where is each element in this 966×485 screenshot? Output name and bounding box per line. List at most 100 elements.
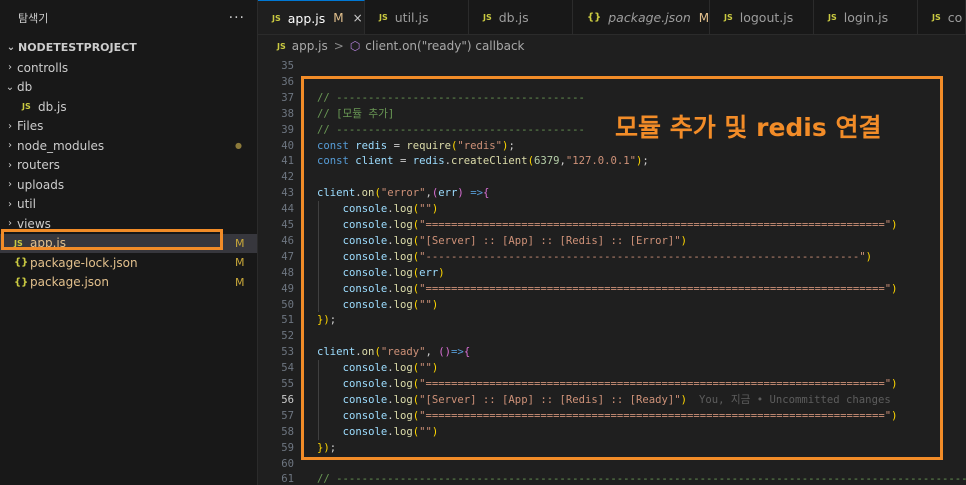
file-tree: › controlls ⌄ db JS db.js › Files › node_modules ●… bbox=[0, 58, 257, 292]
tab-util-js[interactable]: JS util.js bbox=[365, 0, 469, 34]
tab-label: co bbox=[947, 10, 963, 25]
tree-item-label: app.js bbox=[30, 236, 66, 251]
tree-item-uploads[interactable]: › uploads bbox=[0, 175, 257, 195]
code-text: // -------------------------------------… bbox=[317, 123, 585, 136]
line-number: 49 bbox=[281, 282, 294, 295]
js-file-icon: JS bbox=[828, 13, 837, 22]
tree-item-package-lock-json[interactable]: {} package-lock.json M bbox=[0, 253, 257, 273]
tree-item-label: package.json bbox=[30, 275, 110, 290]
code-line[interactable]: 54 console.log("") bbox=[258, 360, 966, 376]
line-number: 35 bbox=[281, 60, 294, 72]
code-line[interactable]: 46 console.log("[Server] :: [App] :: [Re… bbox=[258, 233, 966, 249]
code-text: console.log("") bbox=[342, 203, 439, 216]
tree-item-util[interactable]: › util bbox=[0, 195, 257, 215]
indent-guide bbox=[318, 360, 319, 440]
code-line[interactable]: 49 console.log("========================… bbox=[258, 281, 966, 297]
modified-badge: M bbox=[235, 256, 245, 270]
code-line[interactable]: 50 console.log("") bbox=[258, 297, 966, 313]
line-number: 50 bbox=[281, 298, 294, 311]
line-number: 41 bbox=[281, 155, 294, 168]
js-file-icon: JS bbox=[22, 102, 31, 112]
breadcrumb-file[interactable]: app.js bbox=[292, 39, 328, 53]
chevron-right-icon[interactable]: › bbox=[3, 140, 17, 151]
code-line[interactable]: 61 // -----------------------------------… bbox=[258, 471, 966, 485]
tree-item-routers[interactable]: › routers bbox=[0, 156, 257, 176]
tab-label: db.js bbox=[498, 10, 529, 25]
js-file-icon: JS bbox=[379, 13, 388, 22]
code-line[interactable]: 37 // -----------------------------------… bbox=[258, 90, 966, 106]
tree-item-label: util bbox=[17, 197, 36, 212]
json-file-icon: {} bbox=[587, 12, 602, 23]
code-line[interactable]: 36 bbox=[258, 74, 966, 90]
project-root[interactable]: ⌄ NODETESTPROJECT bbox=[0, 36, 257, 58]
code-line[interactable]: 35 bbox=[258, 58, 966, 74]
close-icon[interactable]: × bbox=[353, 11, 363, 25]
code-text: // [모듈 추가] bbox=[317, 107, 395, 120]
modified-badge: M bbox=[698, 10, 710, 25]
tree-item-db[interactable]: ⌄ db bbox=[0, 78, 257, 98]
chevron-right-icon[interactable]: › bbox=[3, 218, 17, 229]
tree-item-node-modules[interactable]: › node_modules ● bbox=[0, 136, 257, 156]
line-number: 55 bbox=[281, 378, 294, 390]
code-text: console.log("===========================… bbox=[342, 378, 898, 390]
tab-package-json[interactable]: {} package.json M bbox=[573, 0, 710, 34]
code-line[interactable]: 45 console.log("========================… bbox=[258, 217, 966, 233]
line-number: 43 bbox=[281, 187, 294, 200]
more-actions-icon[interactable]: ··· bbox=[229, 10, 245, 26]
tab-label: login.js bbox=[843, 10, 889, 25]
tree-item-label: routers bbox=[17, 158, 60, 173]
chevron-down-icon[interactable]: ⌄ bbox=[4, 42, 18, 53]
line-number: 47 bbox=[281, 250, 294, 263]
chevron-right-icon[interactable]: › bbox=[3, 199, 17, 210]
tree-item-label: uploads bbox=[17, 177, 65, 192]
chevron-right-icon[interactable]: › bbox=[3, 160, 17, 171]
code-text: const client = redis.createClient(6379,"… bbox=[317, 155, 649, 168]
tree-item-label: db bbox=[17, 80, 33, 95]
line-number: 36 bbox=[281, 75, 294, 88]
tab-login-js[interactable]: JS login.js bbox=[814, 0, 918, 34]
tree-item-label: controlls bbox=[17, 60, 69, 75]
code-line[interactable]: 58 console.log("") bbox=[258, 424, 966, 440]
code-line[interactable]: 43 client.on("error",(err) =>{ bbox=[258, 185, 966, 201]
line-number: 37 bbox=[281, 91, 294, 104]
tab-co[interactable]: JS co bbox=[918, 0, 966, 34]
tree-item-package-json[interactable]: {} package.json M bbox=[0, 273, 257, 293]
line-number: 53 bbox=[281, 346, 294, 359]
code-line[interactable]: 56 console.log("[Server] :: [App] :: [Re… bbox=[258, 392, 966, 408]
line-number: 58 bbox=[281, 425, 294, 438]
code-line[interactable]: 53 client.on("ready", ()=>{ bbox=[258, 344, 966, 360]
code-line[interactable]: 41 const client = redis.createClient(6379… bbox=[258, 153, 966, 169]
code-line[interactable]: 55 console.log("========================… bbox=[258, 376, 966, 392]
code-text: console.log("[Server] :: [App] :: [Redis… bbox=[342, 393, 688, 406]
tab-app-js[interactable]: JS app.js M × bbox=[258, 0, 365, 34]
line-number: 59 bbox=[281, 441, 294, 454]
json-file-icon: {} bbox=[14, 276, 29, 288]
code-line[interactable]: 52 bbox=[258, 328, 966, 344]
code-line[interactable]: 44 console.log("") bbox=[258, 201, 966, 217]
tree-item-views[interactable]: › views bbox=[0, 214, 257, 234]
line-number: 57 bbox=[281, 409, 294, 422]
js-file-icon: JS bbox=[724, 13, 733, 22]
breadcrumb: JS app.js > ⬡ client.on("ready") callbac… bbox=[258, 35, 966, 57]
tab-db-js[interactable]: JS db.js bbox=[469, 0, 573, 34]
tree-item-app-js[interactable]: JS app.js M bbox=[0, 233, 257, 253]
tree-item-files[interactable]: › Files bbox=[0, 117, 257, 137]
tree-item-db-js[interactable]: JS db.js bbox=[0, 97, 257, 117]
code-text: console.log("") bbox=[342, 362, 439, 375]
code-line[interactable]: 57 console.log("========================… bbox=[258, 408, 966, 424]
modified-badge: M bbox=[333, 11, 344, 25]
code-line[interactable]: 51}); bbox=[258, 312, 966, 328]
code-line[interactable]: 42 bbox=[258, 169, 966, 185]
code-line[interactable]: 47 console.log("------------------------… bbox=[258, 249, 966, 265]
explorer-title: 탐색기 bbox=[18, 12, 49, 25]
chevron-down-icon[interactable]: ⌄ bbox=[3, 82, 17, 93]
breadcrumb-symbol[interactable]: client.on("ready") callback bbox=[365, 39, 524, 53]
code-line[interactable]: 59}); bbox=[258, 440, 966, 456]
chevron-right-icon[interactable]: › bbox=[3, 62, 17, 73]
code-line[interactable]: 48 console.log(err) bbox=[258, 265, 966, 281]
chevron-right-icon[interactable]: › bbox=[3, 179, 17, 190]
tree-item-controlls[interactable]: › controlls bbox=[0, 58, 257, 78]
code-line[interactable]: 60 bbox=[258, 456, 966, 472]
tab-logout-js[interactable]: JS logout.js bbox=[710, 0, 814, 34]
chevron-right-icon[interactable]: › bbox=[3, 121, 17, 132]
